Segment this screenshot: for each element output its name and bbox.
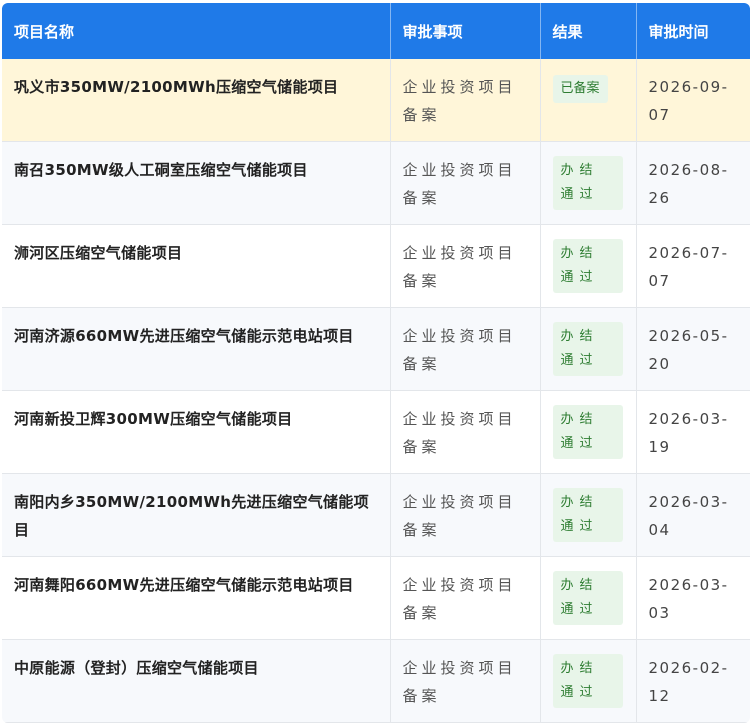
result-cell: 办结通过	[540, 390, 637, 474]
project-name: 河南新投卫辉300MW压缩空气储能项目	[2, 390, 391, 474]
table-row[interactable]: 浉河区压缩空气储能项目 企业投资项目备案 办结通过 2026-07-07	[2, 224, 750, 308]
approval-item: 企业投资项目备案	[390, 141, 541, 225]
result-cell: 办结通过	[540, 473, 637, 557]
header-approval-time: 审批时间	[636, 3, 750, 59]
status-badge: 办结通过	[552, 488, 623, 542]
project-name: 巩义市350MW/2100MWh压缩空气储能项目	[2, 59, 391, 142]
header-project-name: 项目名称	[2, 3, 391, 59]
project-name: 南阳内乡350MW/2100MWh先进压缩空气储能项目	[2, 473, 391, 557]
project-name: 南召350MW级人工硐室压缩空气储能项目	[2, 141, 391, 225]
status-badge: 办结通过	[552, 239, 623, 293]
approval-date: 2026-03-04	[636, 473, 750, 557]
table-row[interactable]: 巩义市350MW/2100MWh压缩空气储能项目 企业投资项目备案 已备案 20…	[2, 59, 750, 142]
approval-item: 企业投资项目备案	[390, 639, 541, 723]
approval-item: 企业投资项目备案	[390, 390, 541, 474]
approval-date: 2026-02-12	[636, 639, 750, 723]
approval-item: 企业投资项目备案	[390, 307, 541, 391]
approval-item: 企业投资项目备案	[390, 59, 541, 142]
status-badge: 办结通过	[552, 322, 623, 376]
project-name: 河南济源660MW先进压缩空气储能示范电站项目	[2, 307, 391, 391]
project-name: 中原能源（登封）压缩空气储能项目	[2, 639, 391, 723]
status-badge: 办结通过	[552, 654, 623, 708]
status-badge: 办结通过	[552, 405, 623, 459]
table-row[interactable]: 南阳内乡350MW/2100MWh先进压缩空气储能项目 企业投资项目备案 办结通…	[2, 473, 750, 557]
header-approval-item: 审批事项	[390, 3, 541, 59]
result-cell: 办结通过	[540, 556, 637, 640]
table-row[interactable]: 中原能源（登封）压缩空气储能项目 企业投资项目备案 办结通过 2026-02-1…	[2, 639, 750, 723]
approval-date: 2026-03-03	[636, 556, 750, 640]
approval-table-container: 项目名称 审批事项 结果 审批时间 巩义市350MW/2100MWh压缩空气储能…	[2, 3, 750, 723]
table-header-row: 项目名称 审批事项 结果 审批时间	[2, 3, 750, 59]
table-row[interactable]: 南召350MW级人工硐室压缩空气储能项目 企业投资项目备案 办结通过 2026-…	[2, 141, 750, 225]
result-cell: 已备案	[540, 59, 637, 142]
approval-date: 2026-07-07	[636, 224, 750, 308]
table-row[interactable]: 河南济源660MW先进压缩空气储能示范电站项目 企业投资项目备案 办结通过 20…	[2, 307, 750, 391]
result-cell: 办结通过	[540, 141, 637, 225]
approval-date: 2026-09-07	[636, 59, 750, 142]
approval-item: 企业投资项目备案	[390, 473, 541, 557]
header-result: 结果	[540, 3, 637, 59]
status-badge: 办结通过	[552, 571, 623, 625]
table-row[interactable]: 河南舞阳660MW先进压缩空气储能示范电站项目 企业投资项目备案 办结通过 20…	[2, 556, 750, 640]
result-cell: 办结通过	[540, 639, 637, 723]
approval-date: 2026-08-26	[636, 141, 750, 225]
approval-table: 项目名称 审批事项 结果 审批时间 巩义市350MW/2100MWh压缩空气储能…	[2, 3, 750, 723]
approval-date: 2026-05-20	[636, 307, 750, 391]
table-row[interactable]: 河南新投卫辉300MW压缩空气储能项目 企业投资项目备案 办结通过 2026-0…	[2, 390, 750, 474]
result-cell: 办结通过	[540, 224, 637, 308]
result-cell: 办结通过	[540, 307, 637, 391]
project-name: 河南舞阳660MW先进压缩空气储能示范电站项目	[2, 556, 391, 640]
status-badge: 已备案	[552, 75, 608, 103]
project-name: 浉河区压缩空气储能项目	[2, 224, 391, 308]
approval-date: 2026-03-19	[636, 390, 750, 474]
approval-item: 企业投资项目备案	[390, 556, 541, 640]
status-badge: 办结通过	[552, 156, 623, 210]
approval-item: 企业投资项目备案	[390, 224, 541, 308]
